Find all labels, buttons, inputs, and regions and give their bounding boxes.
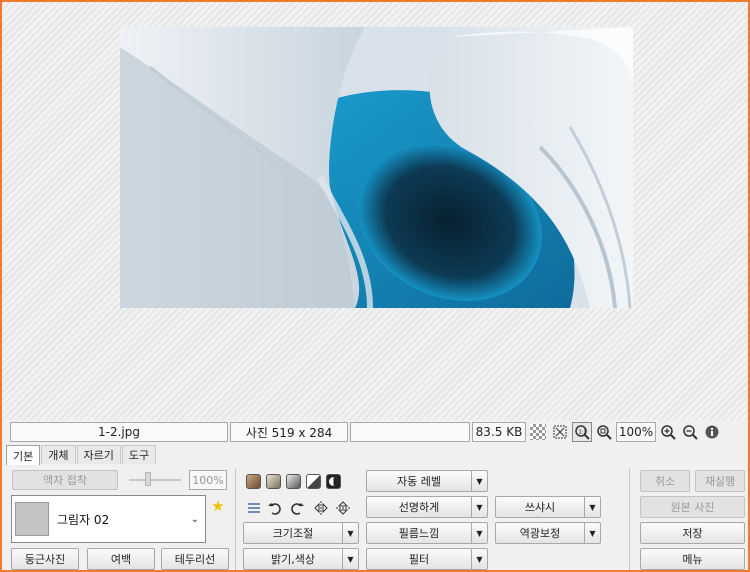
info-field	[350, 422, 470, 442]
menu-button[interactable]: 메뉴	[640, 548, 745, 570]
zoom-level-field: 100%	[616, 422, 656, 442]
tone-sepia-icon[interactable]	[246, 474, 261, 489]
tab-bar: 기본 개체 자르기 도구	[6, 445, 157, 465]
tab-object[interactable]: 개체	[41, 445, 76, 464]
opacity-field[interactable]: 100%	[189, 470, 227, 490]
margin-button[interactable]: 여백	[87, 548, 155, 570]
dimensions-field: 사진 519 x 284	[230, 422, 348, 442]
tone-gray-icon[interactable]	[286, 474, 301, 489]
flip-icon[interactable]	[246, 500, 262, 516]
auto-level-label: 자동 레벨	[397, 475, 441, 488]
brightness-color-button[interactable]: 밝기,색상 ▼	[243, 548, 359, 570]
tab-basic[interactable]: 기본	[6, 445, 41, 465]
filter-button[interactable]: 필터 ▼	[366, 548, 488, 570]
resize-label: 크기조절	[272, 527, 314, 540]
dropdown-arrow-icon[interactable]: ▼	[471, 523, 487, 543]
dropdown-arrow-icon[interactable]: ▼	[471, 497, 487, 517]
divider	[235, 468, 236, 570]
sharpen2-label: 쓰샤시	[524, 501, 556, 514]
undo-button[interactable]: 취소	[640, 470, 690, 492]
dropdown-arrow-icon[interactable]: ▼	[471, 471, 487, 491]
backlight-correction-button[interactable]: 역광보정 ▼	[495, 522, 601, 544]
film-label: 필름느낌	[398, 527, 440, 540]
actual-size-icon[interactable]: 1:1	[572, 422, 592, 442]
status-bar: 1-2.jpg 사진 519 x 284 83.5 KB 1:1 100%	[2, 421, 748, 443]
sharpen-label: 선명하게	[398, 501, 440, 514]
rotate-left-icon[interactable]	[267, 500, 283, 516]
zoom-fit-icon[interactable]	[594, 422, 614, 442]
shadow-select[interactable]: 그림자 02 ⌄	[11, 495, 206, 543]
sharpen-button[interactable]: 선명하게 ▼	[366, 496, 488, 518]
star-icon[interactable]: ★	[210, 497, 226, 515]
redo-button[interactable]: 재실행	[695, 470, 745, 492]
original-photo-button[interactable]: 원본 사진	[640, 496, 745, 518]
film-effect-button[interactable]: 필름느낌 ▼	[366, 522, 488, 544]
photo-image	[120, 27, 633, 308]
border-button[interactable]: 테두리선	[161, 548, 229, 570]
backlight-label: 역광보정	[519, 527, 561, 540]
app-window: 1-2.jpg 사진 519 x 284 83.5 KB 1:1 100% 기본…	[0, 0, 750, 572]
save-button[interactable]: 저장	[640, 522, 745, 544]
filesize-field: 83.5 KB	[472, 422, 526, 442]
info-icon[interactable]	[702, 422, 722, 442]
filter-label: 필터	[408, 553, 430, 566]
zoom-in-icon[interactable]	[658, 422, 678, 442]
fit-window-icon[interactable]	[550, 422, 570, 442]
transparency-checker-icon[interactable]	[528, 422, 548, 442]
resize-button[interactable]: 크기조절 ▼	[243, 522, 359, 544]
tone-invert-icon[interactable]	[326, 474, 341, 489]
auto-level-button[interactable]: 자동 레벨 ▼	[366, 470, 488, 492]
svg-text:1:1: 1:1	[579, 430, 587, 436]
sharpen2-button[interactable]: 쓰샤시 ▼	[495, 496, 601, 518]
filename-field: 1-2.jpg	[10, 422, 228, 442]
dropdown-arrow-icon[interactable]: ▼	[471, 549, 487, 569]
dropdown-arrow-icon[interactable]: ▼	[584, 497, 600, 517]
tone-bw-icon[interactable]	[306, 474, 321, 489]
frame-paste-button[interactable]: 액자 접착	[12, 470, 118, 490]
opacity-slider-track[interactable]	[129, 479, 181, 481]
shadow-select-label: 그림자 02	[57, 512, 110, 527]
tone-warm-icon[interactable]	[266, 474, 281, 489]
shadow-preview	[15, 502, 49, 536]
edit-panel: 액자 접착 100% 그림자 02 ⌄ ★ 둥근사진 여백 테두리선 크기조절 …	[5, 464, 745, 572]
opacity-slider-thumb[interactable]	[145, 472, 151, 486]
chevron-down-icon: ⌄	[190, 513, 199, 525]
zoom-out-icon[interactable]	[680, 422, 700, 442]
round-photo-button[interactable]: 둥근사진	[11, 548, 79, 570]
tab-tools[interactable]: 도구	[121, 445, 157, 464]
flip-vertical-icon[interactable]	[335, 500, 351, 516]
flip-horizontal-icon[interactable]	[313, 500, 329, 516]
dropdown-arrow-icon[interactable]: ▼	[584, 523, 600, 543]
brightness-label: 밝기,색상	[271, 553, 315, 566]
rotate-right-icon[interactable]	[289, 500, 305, 516]
image-canvas[interactable]	[2, 2, 748, 420]
tab-crop[interactable]: 자르기	[76, 445, 121, 464]
dropdown-arrow-icon[interactable]: ▼	[342, 523, 358, 543]
dropdown-arrow-icon[interactable]: ▼	[342, 549, 358, 569]
divider	[629, 468, 630, 570]
